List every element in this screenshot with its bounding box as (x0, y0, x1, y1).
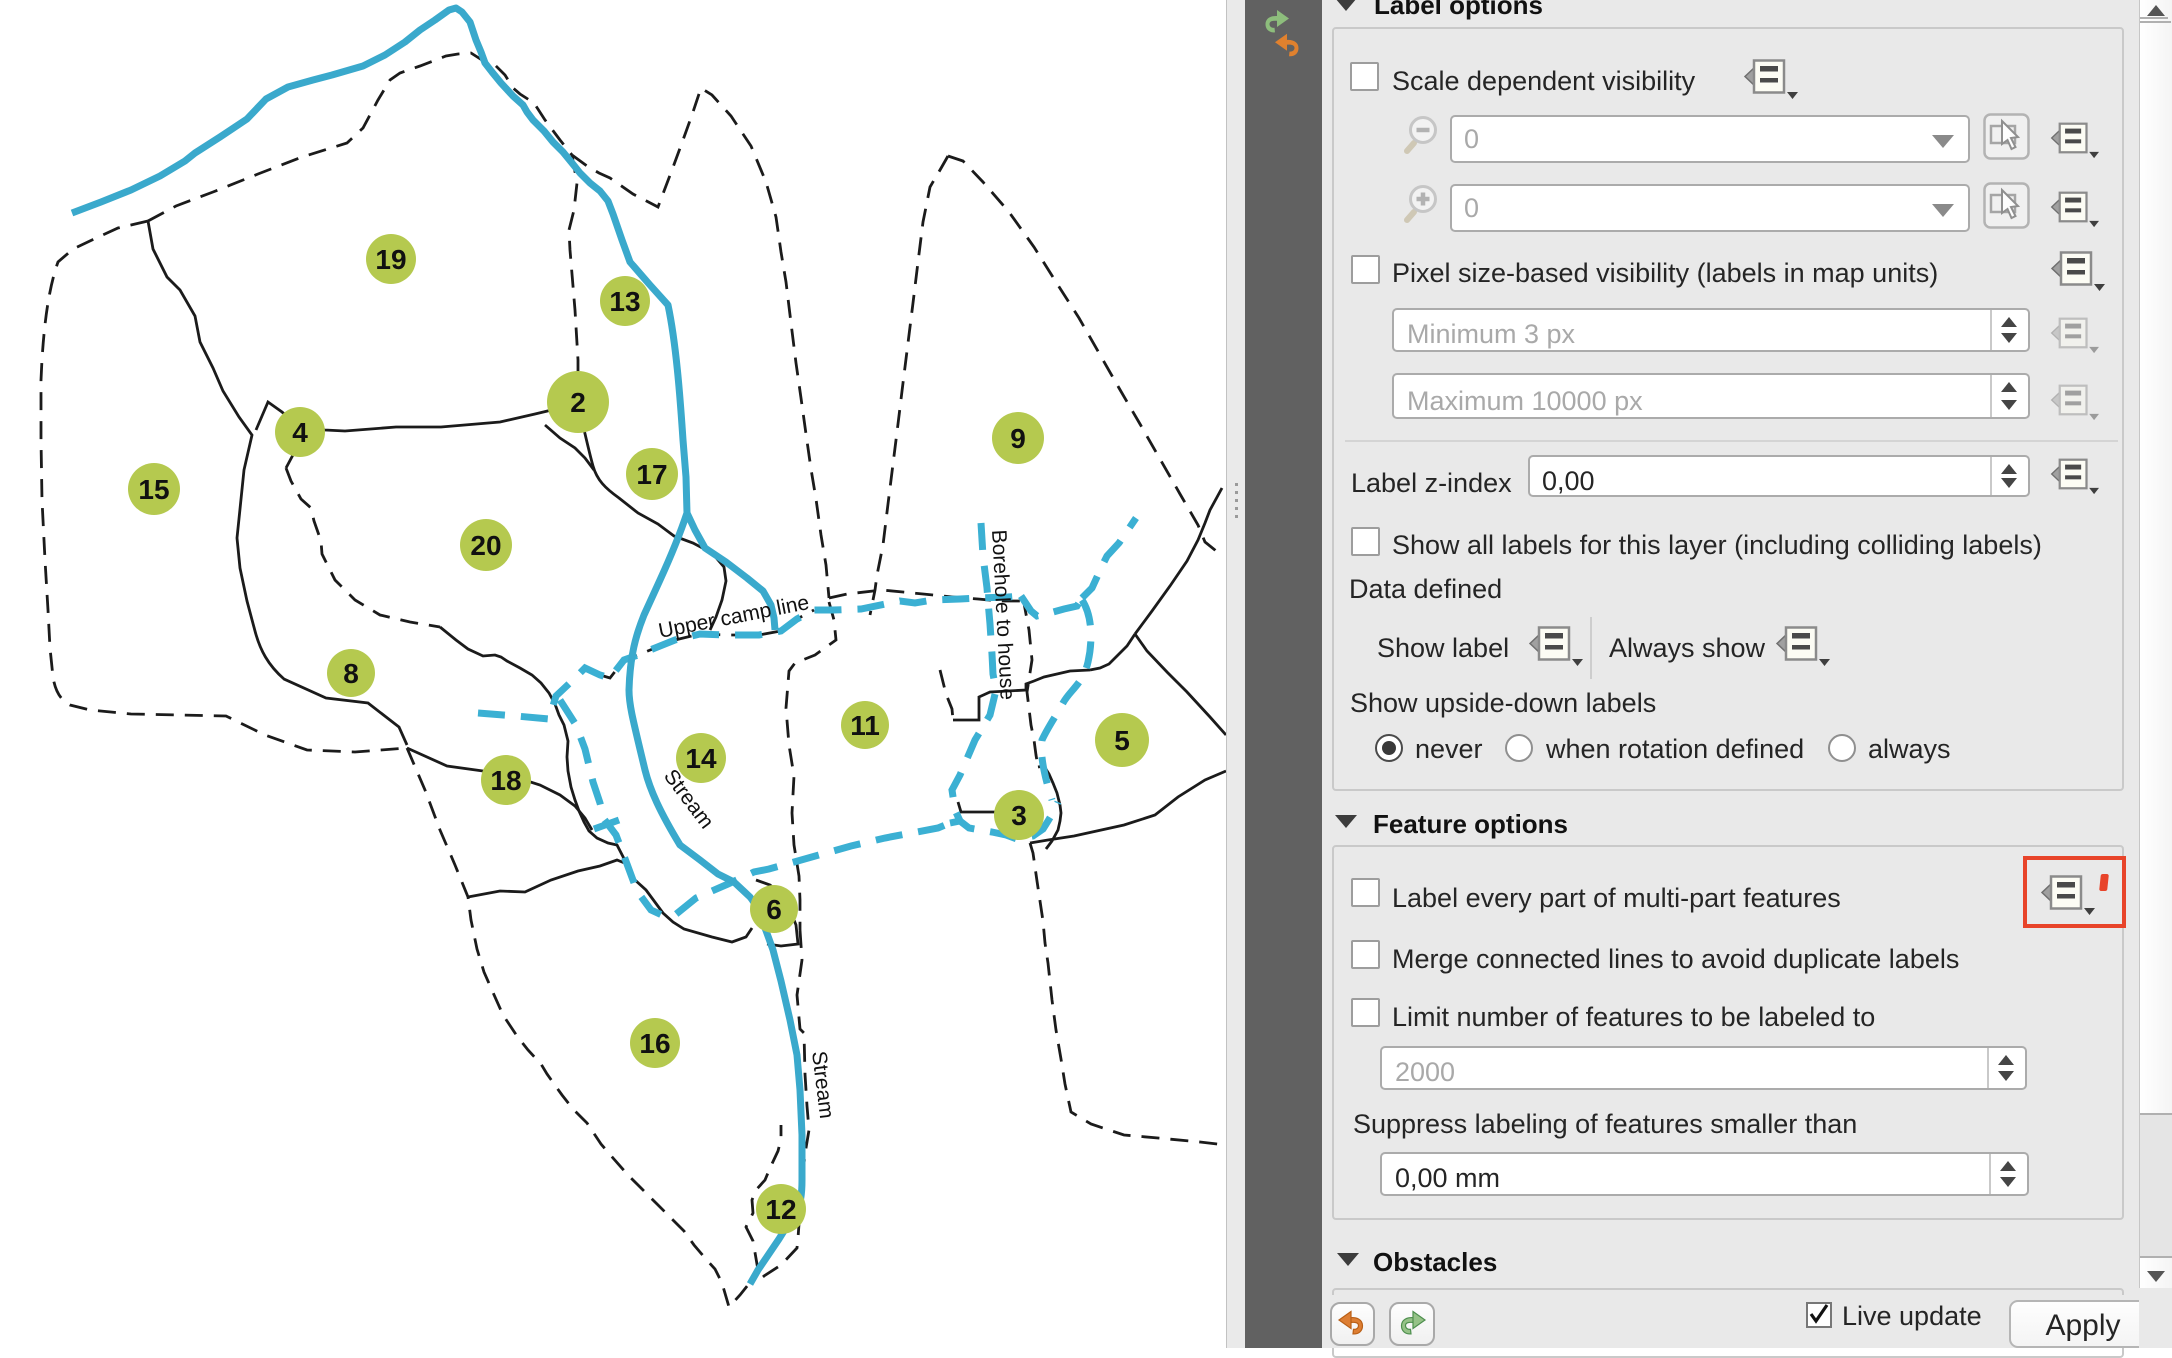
svg-text:5: 5 (1114, 725, 1130, 756)
svg-text:13: 13 (609, 286, 640, 317)
svg-text:19: 19 (375, 244, 406, 275)
svg-text:18: 18 (490, 765, 521, 796)
svg-text:3: 3 (1011, 800, 1027, 831)
svg-text:15: 15 (138, 474, 169, 505)
svg-text:20: 20 (470, 530, 501, 561)
svg-text:11: 11 (850, 710, 880, 741)
svg-text:9: 9 (1010, 423, 1026, 454)
svg-text:14: 14 (685, 743, 717, 774)
svg-text:16: 16 (639, 1028, 670, 1059)
svg-text:Stream: Stream (807, 1050, 838, 1120)
svg-text:6: 6 (766, 894, 782, 925)
svg-text:8: 8 (343, 658, 359, 689)
svg-text:17: 17 (636, 459, 667, 490)
svg-text:12: 12 (765, 1194, 796, 1225)
svg-text:4: 4 (292, 417, 308, 448)
svg-text:2: 2 (570, 387, 586, 418)
